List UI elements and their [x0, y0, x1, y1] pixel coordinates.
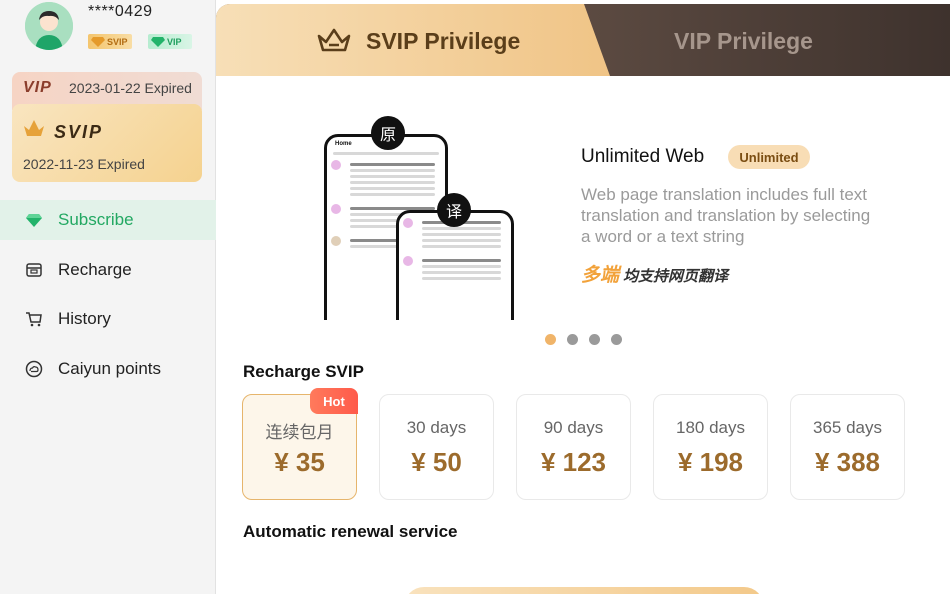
sidebar-item-history[interactable]: History	[0, 299, 216, 339]
profile-header: ****0429 SVIP VIP	[0, 0, 216, 62]
auto-renewal-title: Automatic renewal service	[243, 522, 458, 541]
plan-price: ¥ 388	[814, 447, 881, 477]
vip-badge-label: VIP	[167, 36, 182, 47]
tab-svip-label: SVIP Privilege	[366, 28, 521, 54]
plan-name: 30 days	[406, 418, 467, 437]
translated-text-bubble: 译	[437, 193, 471, 227]
avatar[interactable]	[25, 2, 73, 50]
vip-expiry: 2023-01-22 Expired	[69, 80, 192, 96]
hot-badge: Hot	[310, 388, 358, 414]
svip-card-label: SVIP	[54, 122, 104, 142]
plan-name: 90 days	[543, 418, 604, 437]
cart-icon	[25, 310, 43, 328]
vip-badge: VIP	[148, 34, 192, 49]
crown-icon	[24, 120, 44, 136]
sidebar-item-subscribe[interactable]: Subscribe	[0, 200, 216, 240]
tab-svip-privilege[interactable]: SVIP Privilege	[216, 4, 610, 76]
slogan-text: 均支持网页翻译	[623, 267, 729, 285]
plan-name: 365 days	[813, 418, 882, 437]
plan-card-monthly[interactable]: 连续包月 ¥ 35 Hot	[242, 388, 358, 500]
sidebar: ****0429 SVIP VIP VIP 2023-01-22 Expired…	[0, 0, 216, 594]
purchase-button[interactable]	[404, 587, 764, 594]
green-diamond-icon	[151, 36, 165, 47]
feature-description: Web page translation includes full text …	[581, 185, 871, 246]
carousel-dot[interactable]	[611, 334, 622, 345]
carousel-dots	[545, 334, 622, 345]
carousel-dot[interactable]	[567, 334, 578, 345]
membership-cards: VIP 2023-01-22 Expired SVIP 2022-11-23 E…	[12, 72, 202, 182]
svip-membership-card: SVIP 2022-11-23 Expired	[12, 104, 202, 182]
crown-outline-icon	[317, 28, 351, 52]
username: ****0429	[88, 3, 153, 20]
plan-name: 180 days	[676, 418, 745, 437]
tab-vip-label: VIP Privilege	[674, 28, 813, 54]
feature-tag: Unlimited	[728, 145, 810, 169]
feature-illustration: Home	[324, 130, 524, 320]
diamond-icon	[25, 211, 43, 229]
plan-price: ¥ 123	[540, 447, 607, 477]
carousel-dot[interactable]	[589, 334, 600, 345]
sidebar-item-caiyun-points[interactable]: Caiyun points	[0, 349, 216, 389]
privilege-tabs: VIP Privilege SVIP Privilege	[216, 4, 950, 76]
cloud-icon	[25, 360, 43, 378]
sidebar-item-recharge[interactable]: Recharge	[0, 250, 216, 290]
sidebar-item-label: Recharge	[58, 259, 132, 279]
plan-name: 连续包月	[265, 423, 334, 442]
main-content: Home 原 译 Unlimited Web Unlimited Web pag…	[216, 76, 950, 594]
plan-card-30-days[interactable]: 30 days ¥ 50	[379, 394, 494, 500]
sidebar-nav: Subscribe Recharge History Caiyun points	[0, 200, 216, 398]
svip-badge: SVIP	[88, 34, 132, 49]
plan-card-180-days[interactable]: 180 days ¥ 198	[653, 394, 768, 500]
plan-price: ¥ 198	[677, 447, 744, 477]
carousel-dot[interactable]	[545, 334, 556, 345]
sidebar-item-label: Subscribe	[58, 210, 134, 229]
sidebar-item-label: History	[58, 309, 111, 328]
feature-slogan: 多端 均支持网页翻译	[581, 260, 728, 287]
slogan-highlight: 多端	[581, 264, 620, 286]
original-text-bubble: 原	[371, 116, 405, 150]
gold-diamond-icon	[91, 36, 105, 47]
user-avatar-icon	[25, 2, 73, 50]
sidebar-item-label: Caiyun points	[58, 358, 162, 378]
plan-price: ¥ 35	[274, 447, 325, 477]
plan-card-90-days[interactable]: 90 days ¥ 123	[516, 394, 631, 500]
plan-price: ¥ 50	[411, 447, 462, 477]
vip-card-label: VIP	[23, 79, 52, 96]
svip-expiry: 2022-11-23 Expired	[23, 156, 145, 172]
svip-badge-label: SVIP	[107, 36, 128, 47]
wallet-icon	[25, 261, 43, 279]
recharge-section-title: Recharge SVIP	[243, 362, 364, 381]
plan-card-365-days[interactable]: 365 days ¥ 388	[790, 394, 905, 500]
feature-title: Unlimited Web	[581, 146, 705, 167]
